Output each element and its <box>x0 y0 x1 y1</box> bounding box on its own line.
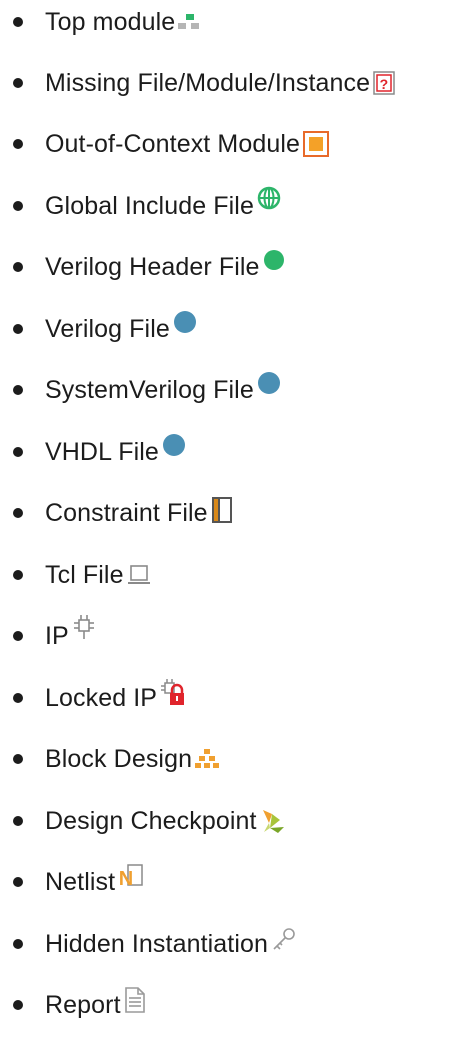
legend-item-constraint-file: Constraint File <box>0 491 469 535</box>
bullet <box>13 201 23 211</box>
legend-label: Missing File/Module/Instance <box>45 68 371 97</box>
legend-item-design-checkpoint: Design Checkpoint <box>0 799 469 843</box>
legend-item-block-design: Block Design <box>0 737 469 781</box>
report-icon <box>124 987 146 1013</box>
bullet <box>13 877 23 887</box>
bullet <box>13 17 23 27</box>
bullet <box>13 939 23 949</box>
blue-dot-icon <box>162 433 186 457</box>
legend-label: Report <box>45 990 121 1019</box>
missing-file-icon: ? <box>373 71 395 95</box>
bullet <box>13 570 23 580</box>
legend-label: Hidden Instantiation <box>45 929 268 958</box>
design-checkpoint-icon <box>260 808 286 834</box>
legend-label: Tcl File <box>45 560 124 589</box>
legend-label: Design Checkpoint <box>45 806 257 835</box>
legend-item-missing-file: Missing File/Module/Instance ? <box>0 61 469 105</box>
bullet <box>13 139 23 149</box>
bullet <box>13 1000 23 1010</box>
legend-label: VHDL File <box>45 437 159 466</box>
ooc-module-icon <box>303 131 329 157</box>
key-icon <box>271 926 297 952</box>
legend-label: Verilog Header File <box>45 252 260 281</box>
legend-item-hidden-instantiation: Hidden Instantiation <box>0 922 469 966</box>
top-module-icon <box>178 12 202 32</box>
legend-item-top-module: Top module <box>0 0 469 44</box>
legend-label: Locked IP <box>45 683 158 712</box>
tcl-file-icon <box>127 564 151 586</box>
legend-item-systemverilog-file: SystemVerilog File <box>0 368 469 412</box>
legend-item-ip: IP <box>0 614 469 658</box>
bullet <box>13 385 23 395</box>
legend-item-ooc-module: Out-of-Context Module <box>0 122 469 166</box>
legend-item-locked-ip: Locked IP <box>0 676 469 720</box>
legend-item-vhdl-file: VHDL File <box>0 430 469 474</box>
legend-label: Block Design <box>45 744 193 773</box>
bullet <box>13 78 23 88</box>
legend-label: Top module <box>45 7 176 36</box>
globe-icon <box>257 186 281 210</box>
bullet <box>13 816 23 826</box>
block-design-icon <box>195 748 220 770</box>
legend-item-tcl-file: Tcl File <box>0 553 469 597</box>
bullet <box>13 262 23 272</box>
legend-item-report: Report <box>0 983 469 1027</box>
legend-label: Out-of-Context Module <box>45 129 300 158</box>
locked-ip-icon <box>160 678 186 706</box>
legend-label: Verilog File <box>45 314 170 343</box>
legend-item-verilog-header: Verilog Header File <box>0 245 469 289</box>
netlist-icon: N <box>118 863 144 889</box>
svg-text:N: N <box>119 868 134 889</box>
legend-label: Netlist <box>45 867 116 896</box>
bullet <box>13 324 23 334</box>
legend-item-netlist: Netlist N <box>0 860 469 904</box>
green-dot-icon <box>263 249 285 271</box>
legend-label: SystemVerilog File <box>45 375 254 404</box>
legend-label: IP <box>45 621 69 650</box>
legend-label: Constraint File <box>45 498 208 527</box>
blue-dot-icon <box>257 371 281 395</box>
legend-label: Global Include File <box>45 191 254 220</box>
bullet <box>13 631 23 641</box>
bullet <box>13 508 23 518</box>
blue-dot-icon <box>173 310 197 334</box>
bullet <box>13 754 23 764</box>
bullet <box>13 447 23 457</box>
legend-item-verilog-file: Verilog File <box>0 307 469 351</box>
legend-item-global-include: Global Include File <box>0 184 469 228</box>
ip-icon <box>72 614 96 640</box>
bullet <box>13 693 23 703</box>
svg-text:?: ? <box>380 76 389 92</box>
constraint-file-icon <box>211 496 233 524</box>
